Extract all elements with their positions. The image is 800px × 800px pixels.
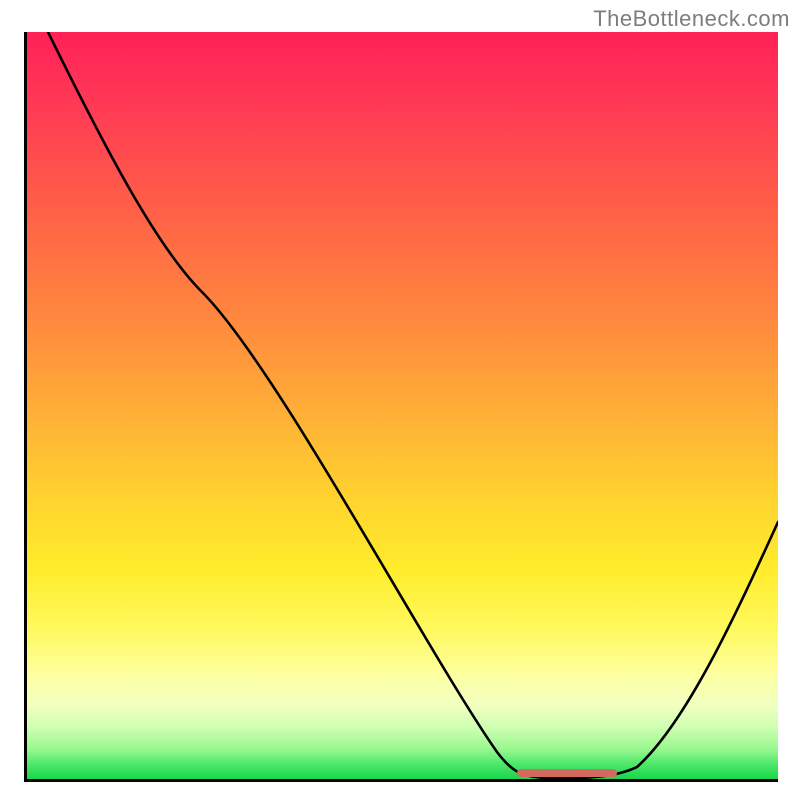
curve-path: [48, 32, 778, 778]
plot-area: [24, 32, 778, 782]
chart-container: TheBottleneck.com: [0, 0, 800, 800]
bottleneck-curve: [27, 32, 778, 779]
attribution-label: TheBottleneck.com: [593, 6, 790, 32]
optimal-zone-marker: [517, 769, 617, 777]
